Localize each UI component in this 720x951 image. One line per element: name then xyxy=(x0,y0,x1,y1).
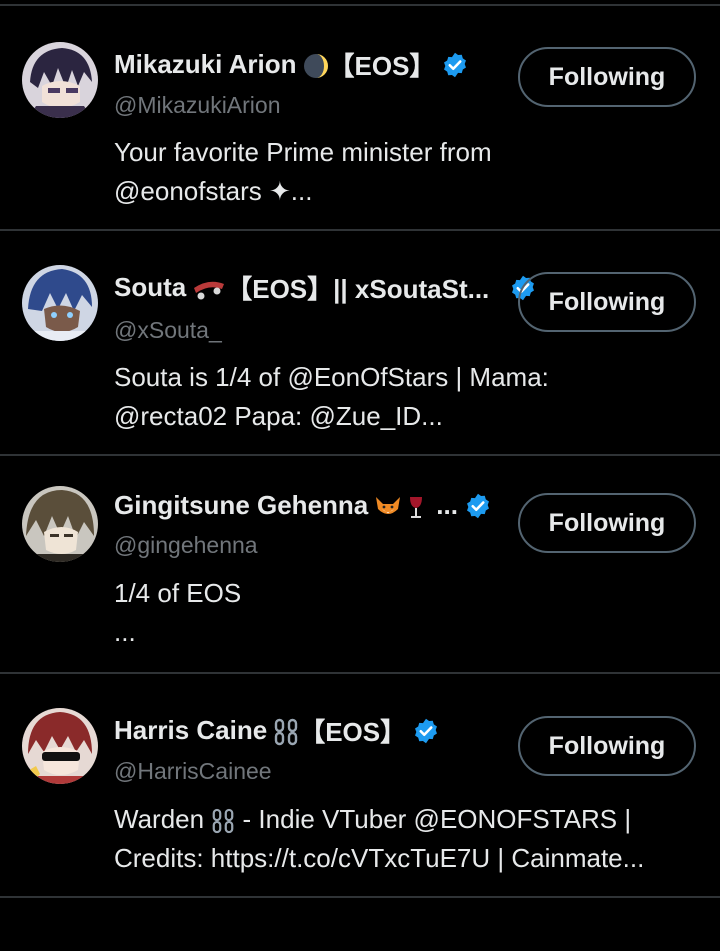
user-cell[interactable]: Mikazuki Arion 【EOS】 @MikazukiArion Your… xyxy=(0,6,720,229)
bio-line: 1/4 of EOS xyxy=(114,578,242,608)
following-button[interactable]: Following xyxy=(518,493,696,553)
user-cell[interactable]: Souta 【EOS】|| xSoutaSt... @xSouta_ Souta… xyxy=(0,231,720,454)
verified-badge-icon xyxy=(464,492,492,520)
user-bio: Souta is 1/4 of @EonOfStars | Mama: @rec… xyxy=(114,358,549,436)
display-name[interactable]: Harris Caine 【EOS】 xyxy=(114,712,440,749)
verified-badge-icon xyxy=(441,51,469,79)
display-name[interactable]: Mikazuki Arion 【EOS】 xyxy=(114,46,469,83)
avatar[interactable] xyxy=(22,708,98,784)
bio-line: Souta is 1/4 of @EonOfStars | Mama: xyxy=(114,362,549,392)
skateboard-icon xyxy=(192,272,226,303)
display-name-suffix: 【EOS】 xyxy=(328,51,436,81)
bio-line: Credits: https://t.co/cVTxcTuE7U | Cainm… xyxy=(114,843,645,873)
user-bio: Your favorite Prime minister from @eonof… xyxy=(114,133,492,211)
display-name-suffix: 【EOS】|| xSoutaSt... xyxy=(226,274,490,304)
bio-line: ... xyxy=(114,617,136,647)
bio-line: Your favorite Prime minister from xyxy=(114,137,492,167)
user-cell[interactable]: Gingitsune Gehenna ... @gingehenna 1/4 o… xyxy=(0,456,720,672)
avatar[interactable] xyxy=(22,42,98,118)
bio-line: Warden - Indie VTuber @EONOFSTARS | xyxy=(114,800,644,839)
user-handle[interactable]: @HarrisCainee xyxy=(114,758,272,785)
chains-icon xyxy=(273,715,299,746)
user-handle[interactable]: @MikazukiArion xyxy=(114,92,281,119)
chains-icon xyxy=(211,804,242,834)
bio-text: Warden xyxy=(114,804,205,834)
user-handle[interactable]: @gingehenna xyxy=(114,532,258,559)
display-name-suffix: ... xyxy=(436,490,458,521)
avatar[interactable] xyxy=(22,265,98,341)
display-name-text: Gingitsune Gehenna xyxy=(114,490,369,521)
display-name-suffix: 【EOS】 xyxy=(299,717,407,747)
display-name[interactable]: Gingitsune Gehenna ... xyxy=(114,490,492,521)
verified-badge-icon xyxy=(412,717,440,745)
avatar[interactable] xyxy=(22,486,98,562)
bio-line: @recta02 Papa: @Zue_ID... xyxy=(114,401,443,431)
fox-wine-icon xyxy=(374,490,430,521)
following-button[interactable]: Following xyxy=(518,716,696,776)
user-bio: 1/4 of EOS ... xyxy=(114,574,241,652)
display-name[interactable]: Souta 【EOS】|| xSoutaSt... xyxy=(114,269,537,306)
display-name-text: Harris Caine xyxy=(114,715,268,745)
bio-text: - Indie VTuber @EONOFSTARS | xyxy=(242,804,632,834)
following-button[interactable]: Following xyxy=(518,272,696,332)
bio-line: @eonofstars ✦... xyxy=(114,176,313,206)
display-name-text: Mikazuki Arion xyxy=(114,49,297,79)
divider xyxy=(0,896,720,898)
following-button[interactable]: Following xyxy=(518,47,696,107)
user-bio: Warden - Indie VTuber @EONOFSTARS | Cred… xyxy=(114,800,644,878)
display-name-text: Souta xyxy=(114,272,187,302)
user-cell[interactable]: Harris Caine 【EOS】 @HarrisCainee Warden xyxy=(0,674,720,896)
crescent-moon-icon xyxy=(303,49,329,80)
user-handle[interactable]: @xSouta_ xyxy=(114,317,222,344)
